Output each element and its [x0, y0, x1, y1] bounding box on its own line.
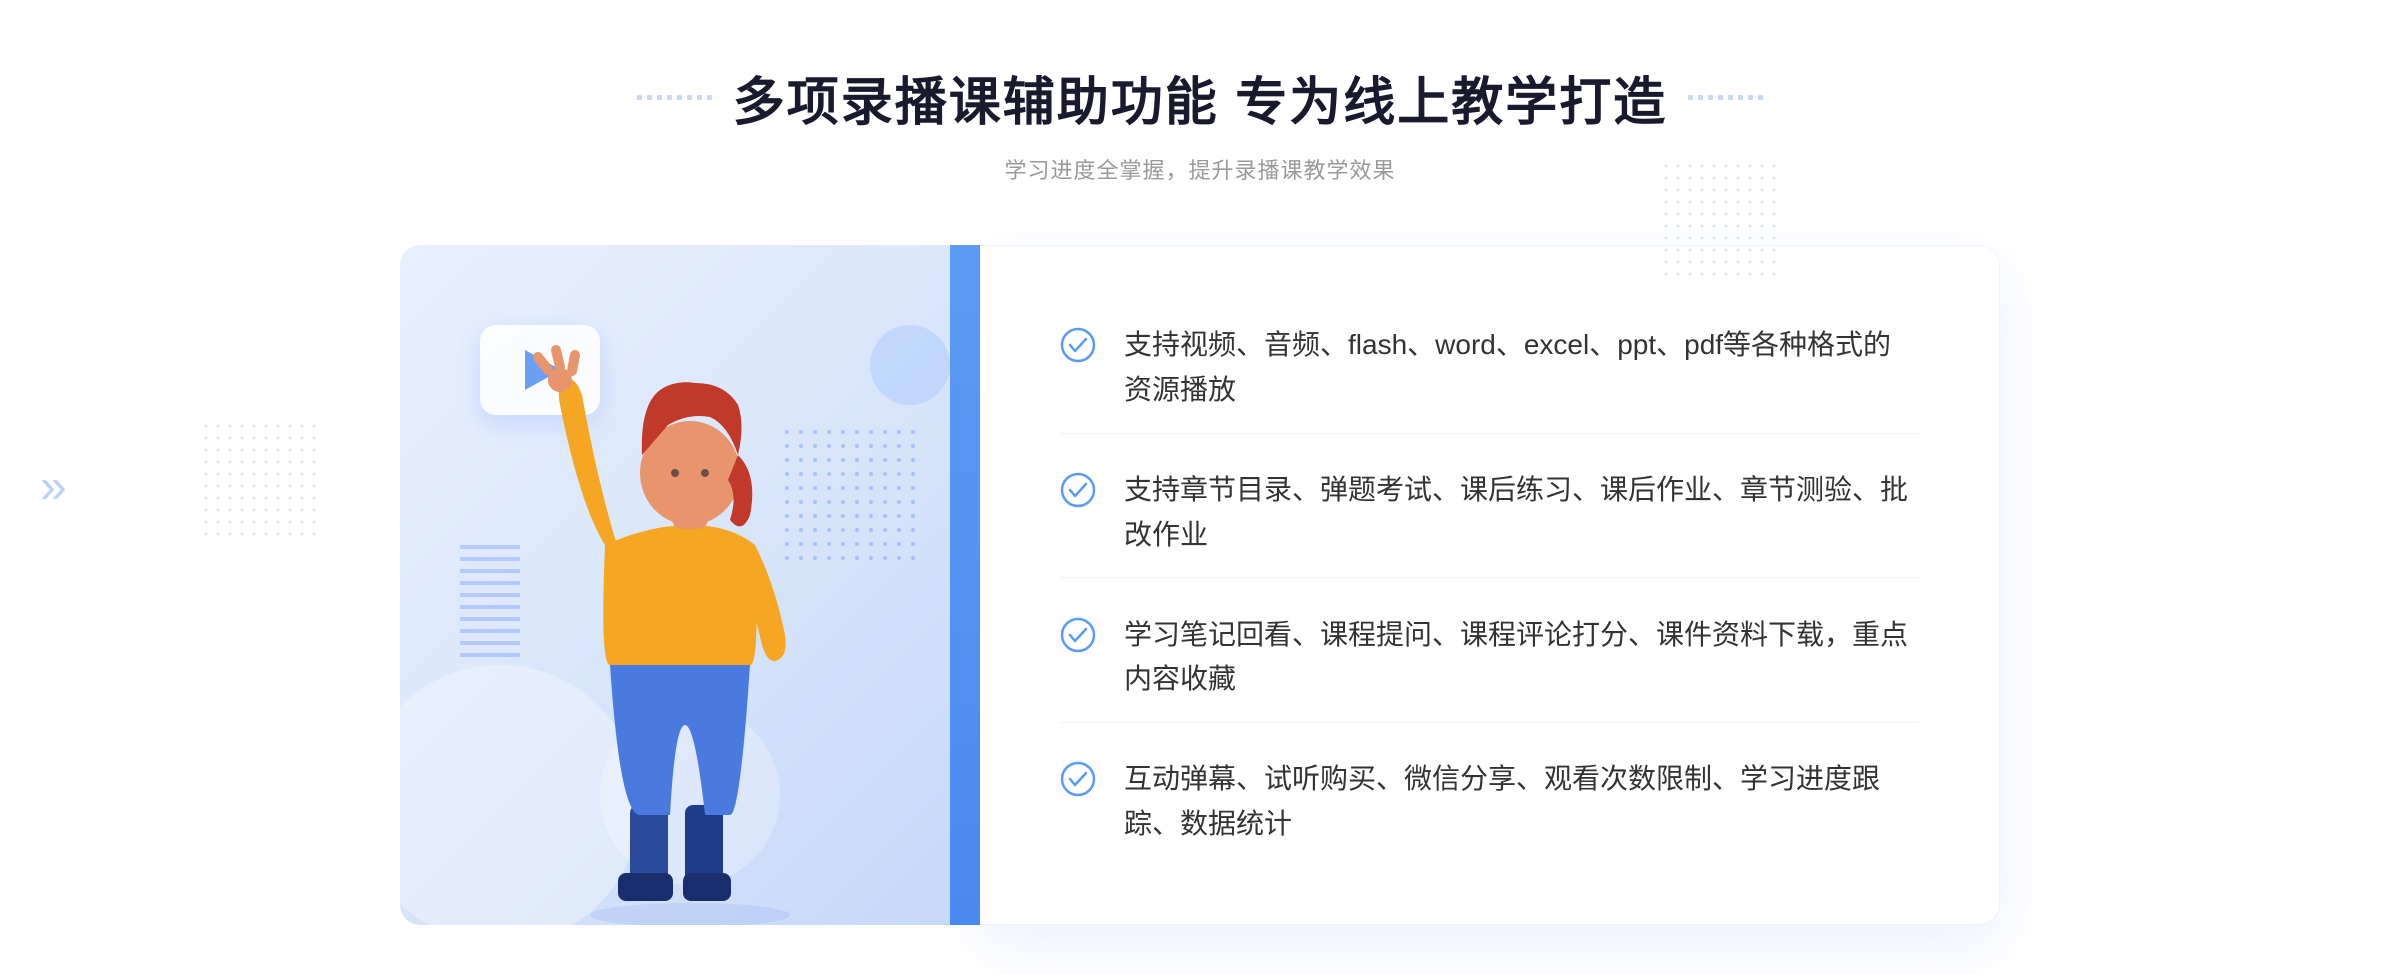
page-wrapper: » 多项录播课辅助功能 专为线上教学打造 学习进度全掌握，提升录播课教学效果 — [0, 0, 2400, 974]
left-illustration — [400, 245, 980, 925]
header-section: 多项录播课辅助功能 专为线上教学打造 学习进度全掌握，提升录播课教学效果 — [636, 60, 1764, 185]
dot-pattern-right — [1660, 160, 1780, 280]
feature-text-4: 互动弹幕、试听购买、微信分享、观看次数限制、学习进度跟踪、数据统计 — [1124, 757, 1919, 847]
feature-item-3: 学习笔记回看、课程提问、课程评论打分、课件资料下载，重点内容收藏 — [1060, 593, 1919, 724]
subtitle-text: 学习进度全掌握，提升录播课教学效果 — [636, 153, 1764, 185]
left-chevron-decoration: » — [40, 460, 67, 515]
title-deco-left — [636, 94, 713, 101]
check-icon-1 — [1060, 327, 1096, 363]
accent-bar — [950, 245, 980, 925]
feature-text-1: 支持视频、音频、flash、word、excel、ppt、pdf等各种格式的资源… — [1124, 323, 1919, 413]
dot-pattern-left — [200, 420, 320, 540]
illus-circle-small — [870, 325, 950, 405]
feature-text-3: 学习笔记回看、课程提问、课程评论打分、课件资料下载，重点内容收藏 — [1124, 613, 1919, 703]
feature-item-1: 支持视频、音频、flash、word、excel、ppt、pdf等各种格式的资源… — [1060, 303, 1919, 434]
feature-item-2: 支持章节目录、弹题考试、课后练习、课后作业、章节测验、批改作业 — [1060, 448, 1919, 579]
title-deco-right — [1687, 94, 1764, 101]
right-panel: 支持视频、音频、flash、word、excel、ppt、pdf等各种格式的资源… — [980, 245, 2000, 925]
person-illustration — [510, 325, 870, 925]
title-text: 多项录播课辅助功能 专为线上教学打造 — [733, 60, 1667, 135]
feature-item-4: 互动弹幕、试听购买、微信分享、观看次数限制、学习进度跟踪、数据统计 — [1060, 737, 1919, 867]
page-title: 多项录播课辅助功能 专为线上教学打造 — [636, 60, 1764, 135]
content-area: 支持视频、音频、flash、word、excel、ppt、pdf等各种格式的资源… — [400, 245, 2000, 925]
check-icon-4 — [1060, 761, 1096, 797]
feature-text-2: 支持章节目录、弹题考试、课后练习、课后作业、章节测验、批改作业 — [1124, 468, 1919, 558]
check-icon-3 — [1060, 617, 1096, 653]
check-icon-2 — [1060, 472, 1096, 508]
